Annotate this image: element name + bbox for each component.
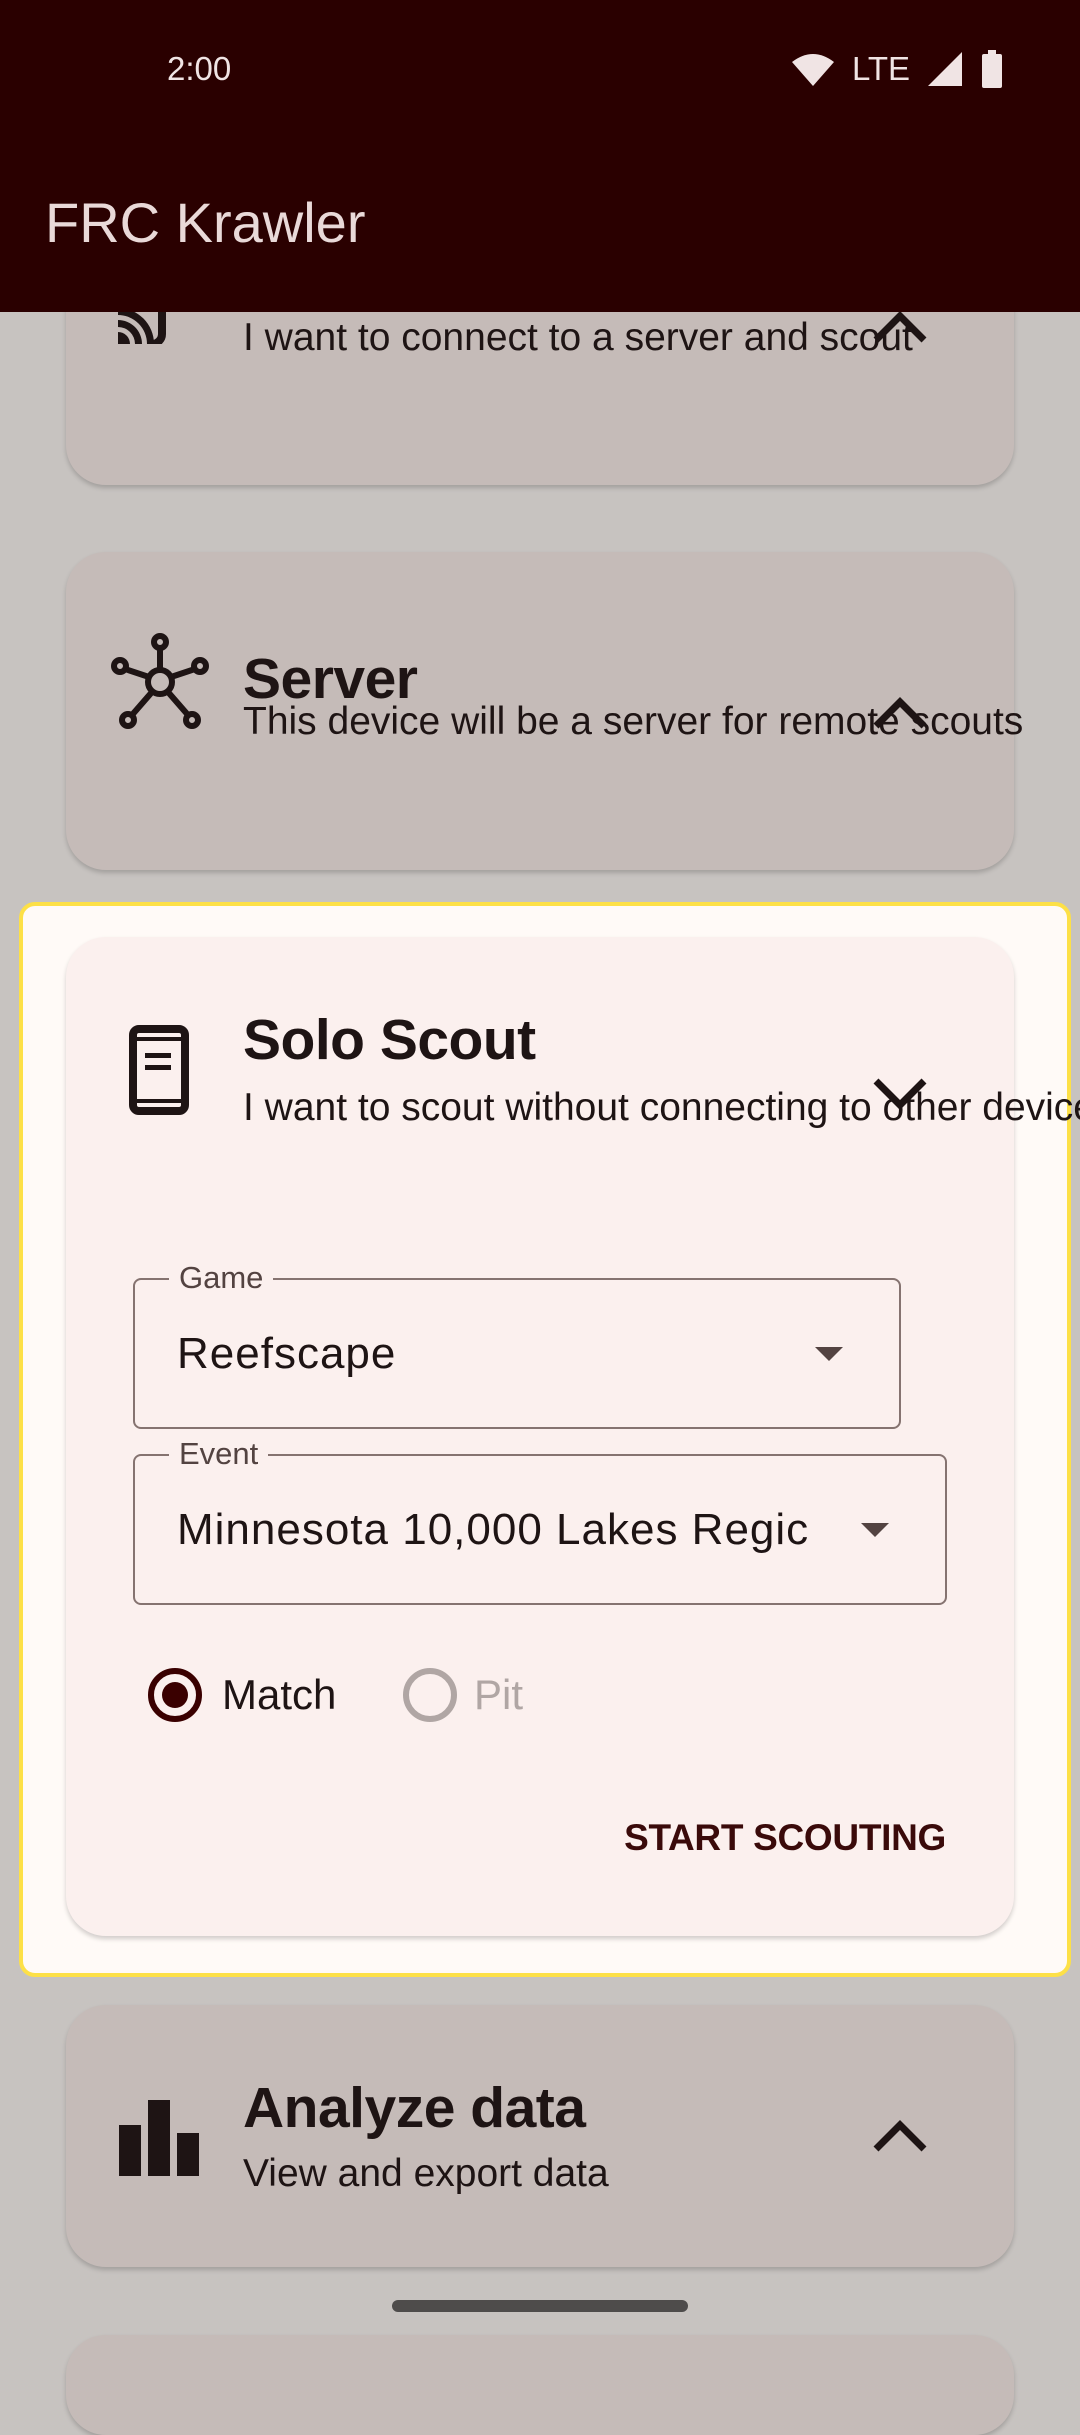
card-analyze-data[interactable]: Analyze data View and export data xyxy=(66,2005,1014,2267)
status-time: 2:00 xyxy=(167,50,232,87)
network-type: LTE xyxy=(852,50,911,87)
card-title: Solo Scout xyxy=(243,1008,536,1072)
game-value: Reefscape xyxy=(177,1328,397,1378)
chevron-up-icon[interactable] xyxy=(872,694,928,730)
wifi-icon xyxy=(792,54,834,86)
card-solo-scout: Solo Scout I want to scout without conne… xyxy=(66,937,1080,1936)
signal-icon xyxy=(928,52,962,86)
event-label: Event xyxy=(169,1434,269,1474)
dropdown-arrow-icon xyxy=(815,1347,843,1361)
dropdown-arrow-icon xyxy=(861,1523,889,1537)
card-subtitle: View and export data xyxy=(243,2152,609,2195)
app-title: FRC Krawler xyxy=(45,191,366,254)
card-subtitle: This device will be a server for remote … xyxy=(243,700,1024,743)
radio-label: Pit xyxy=(474,1671,524,1718)
radio-match[interactable]: Match xyxy=(147,1667,387,1722)
game-label: Game xyxy=(169,1258,274,1298)
card-subtitle: I want to scout without connecting to ot… xyxy=(243,1086,1080,1129)
phone-icon xyxy=(129,1025,189,1115)
card-server[interactable]: Server This device will be a server for … xyxy=(66,552,1024,870)
chevron-up-icon[interactable] xyxy=(872,2117,928,2153)
event-dropdown[interactable]: Event Minnesota 10,000 Lakes Regic xyxy=(133,1434,947,1605)
bar-chart-icon xyxy=(119,2100,199,2176)
card-next xyxy=(66,2335,1014,2435)
battery-icon xyxy=(982,50,1002,88)
chevron-down-icon[interactable] xyxy=(872,1077,928,1113)
event-value: Minnesota 10,000 Lakes Regic xyxy=(177,1504,807,1554)
hub-icon xyxy=(111,633,209,729)
app-bar: 2:00 LTE FRC Krawler xyxy=(0,0,1080,312)
card-title: Analyze data xyxy=(243,2076,586,2140)
card-subtitle: I want to connect to a server and scout xyxy=(243,316,913,359)
game-dropdown[interactable]: Game Reefscape xyxy=(133,1258,901,1429)
home-indicator[interactable] xyxy=(392,2300,688,2312)
radio-checked-icon xyxy=(148,1668,202,1722)
start-scouting-button[interactable]: START SCOUTING xyxy=(624,1813,946,1863)
radio-unchecked-icon xyxy=(403,1668,457,1722)
radio-label: Match xyxy=(222,1671,337,1718)
radio-pit[interactable]: Pit xyxy=(402,1667,562,1722)
chevron-up-icon[interactable] xyxy=(872,308,928,344)
